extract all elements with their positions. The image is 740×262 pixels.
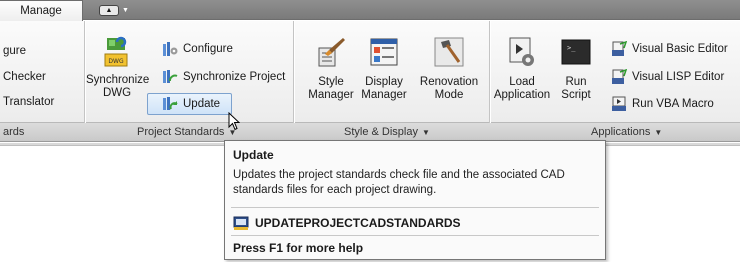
configure-project-standards-button[interactable]: Configure [162, 41, 233, 57]
command-icon [233, 216, 249, 230]
tooltip-command-name: UPDATEPROJECTCADSTANDARDS [255, 216, 461, 230]
tooltip-title: Update [233, 148, 274, 162]
update-label: Update [183, 98, 221, 110]
panel-title-standards[interactable]: ards [3, 126, 24, 138]
tooltip-divider [231, 235, 599, 236]
display-manager-icon [370, 38, 398, 66]
run-script-button[interactable]: >_ Run Script [556, 36, 596, 102]
configure-icon [163, 42, 178, 56]
chevron-down-icon: ▼ [421, 128, 430, 137]
svg-text:>_: >_ [567, 44, 576, 52]
display-manager-label: Display Manager [361, 76, 407, 101]
chevron-down-icon: ▼ [122, 7, 129, 14]
synchronize-dwg-label: Synchronize DWG [86, 74, 150, 99]
load-application-button[interactable]: Load Application [493, 36, 551, 102]
synchronize-project-label: Synchronize Project [183, 71, 286, 83]
tooltip-help-text: Press F1 for more help [233, 241, 364, 255]
run-vba-macro-icon [612, 96, 626, 111]
tooltip-description: Updates the project standards check file… [233, 169, 565, 196]
visual-basic-editor-icon [612, 41, 627, 56]
item-label: Checker [3, 71, 46, 83]
configure-standards-item[interactable]: gure [3, 45, 26, 57]
configure-label: Configure [183, 43, 233, 55]
run-script-label: Run Script [561, 76, 591, 101]
load-application-icon [509, 37, 534, 66]
item-label: gure [3, 45, 27, 57]
renovation-mode-label: Renovation Mode [419, 76, 479, 101]
run-vba-macro-label: Run VBA Macro [632, 98, 714, 110]
synchronize-project-icon [163, 70, 178, 83]
chevron-down-icon: ▼ [654, 128, 663, 137]
panel-title-label: Applications [591, 126, 651, 138]
item-label: Translator [3, 96, 55, 108]
renovation-mode-icon [434, 37, 464, 67]
panel-title-style-display[interactable]: Style & Display ▼ [344, 126, 430, 138]
visual-basic-editor-button[interactable]: Visual Basic Editor [611, 41, 728, 57]
panel-title-label: Project Standards [137, 126, 225, 138]
load-application-label: Load Application [493, 76, 551, 101]
visual-basic-editor-label: Visual Basic Editor [632, 43, 728, 55]
renovation-mode-button[interactable]: Renovation Mode [418, 36, 480, 102]
panel-title-label: Style & Display [344, 126, 418, 138]
visual-lisp-editor-button[interactable]: Visual LISP Editor [611, 69, 724, 85]
visual-lisp-editor-label: Visual LISP Editor [632, 71, 725, 83]
style-manager-label: Style Manager [308, 76, 354, 101]
layer-translator-item[interactable]: Translator [3, 96, 54, 108]
style-manager-icon [318, 38, 345, 67]
panel-title-project-standards[interactable]: Project Standards ▼ [137, 126, 236, 138]
synchronize-dwg-icon: DWG [104, 36, 128, 67]
run-vba-macro-button[interactable]: Run VBA Macro [611, 96, 714, 112]
panel-title-applications[interactable]: Applications ▼ [591, 126, 662, 138]
update-icon [163, 97, 178, 110]
tab-manage-label: Manage [20, 5, 62, 17]
synchronize-project-button[interactable]: Synchronize Project [162, 69, 285, 85]
tooltip-divider [231, 207, 599, 208]
tooltip-command: UPDATEPROJECTCADSTANDARDS [233, 215, 461, 231]
style-manager-button[interactable]: Style Manager [306, 36, 356, 102]
update-tooltip: Update Updates the project standards che… [224, 140, 606, 260]
visual-lisp-editor-icon [612, 69, 627, 84]
minimize-icon: ▲ [99, 5, 119, 16]
tab-manage[interactable]: Manage [0, 0, 83, 21]
run-script-icon: >_ [561, 39, 591, 65]
display-manager-button[interactable]: Display Manager [358, 36, 410, 102]
ribbon-minimize-dropdown[interactable]: ▲ ▼ [99, 4, 135, 17]
update-button-content[interactable]: Update [162, 96, 220, 112]
synchronize-dwg-button[interactable]: DWG Synchronize DWG [86, 36, 150, 100]
svg-text:DWG: DWG [108, 58, 124, 65]
mouse-cursor-icon [228, 112, 240, 131]
check-standards-item[interactable]: Checker [3, 71, 46, 83]
